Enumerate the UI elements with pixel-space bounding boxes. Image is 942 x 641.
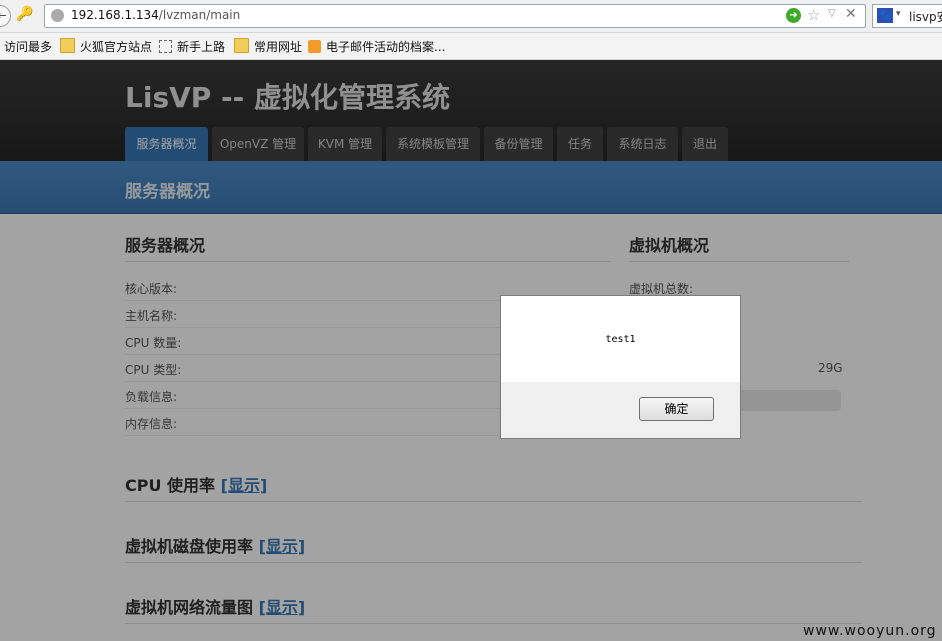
chevron-down-icon[interactable]: ▾: [896, 9, 901, 19]
alert-message: test1: [605, 334, 636, 345]
bookmark-common-sites[interactable]: 常用网址: [234, 38, 302, 55]
modal-overlay: [0, 60, 942, 641]
bookmark-firefox-official[interactable]: 火狐官方站点: [60, 38, 152, 55]
alert-body: test1: [501, 296, 740, 382]
search-engine-icon[interactable]: 🐾: [877, 8, 893, 23]
bookmark-email-archive[interactable]: 电子邮件活动的档案...: [308, 38, 445, 55]
address-bar[interactable]: 192.168.1.134/lvzman/main ➜ ☆ ▽ ✕: [44, 4, 866, 28]
stop-icon[interactable]: ✕: [845, 6, 857, 22]
page-icon: [159, 40, 172, 53]
folder-icon: [60, 38, 75, 53]
bookmark-star-icon[interactable]: ☆: [807, 6, 820, 24]
wrench-icon[interactable]: 🔑: [16, 6, 33, 22]
bookmark-getting-started[interactable]: 新手上路: [159, 38, 225, 55]
browser-toolbar: ← 🔑 192.168.1.134/lvzman/main ➜ ☆ ▽ ✕ 🐾 …: [0, 0, 942, 33]
alert-dialog: test1 确定: [500, 295, 741, 439]
folder-icon: [234, 38, 249, 53]
globe-icon: [51, 9, 64, 22]
watermark: www.wooyun.org: [803, 623, 937, 639]
search-input[interactable]: 🐾 ▾ lisvp安: [872, 4, 942, 28]
rss-icon: [308, 40, 321, 53]
bookmark-most-visited[interactable]: 访问最多: [4, 38, 52, 55]
go-arrow-icon[interactable]: ➜: [786, 8, 801, 23]
url-text[interactable]: 192.168.1.134/lvzman/main: [71, 8, 240, 22]
back-button[interactable]: ←: [0, 5, 11, 27]
history-dropdown-icon[interactable]: ▽: [828, 8, 836, 19]
ok-button[interactable]: 确定: [639, 397, 714, 421]
search-text: lisvp安: [909, 10, 942, 24]
bookmarks-toolbar: 访问最多 火狐官方站点 新手上路 常用网址 电子邮件活动的档案...: [0, 33, 942, 60]
